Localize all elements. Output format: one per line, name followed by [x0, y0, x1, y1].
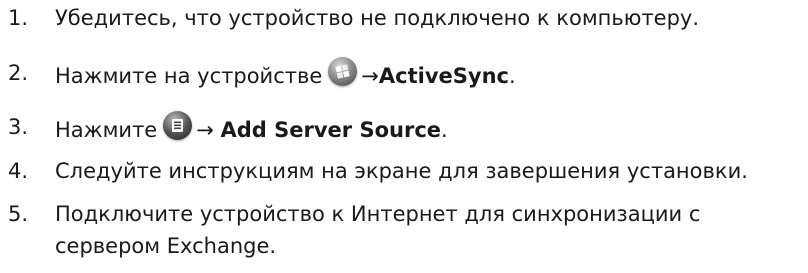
- step-text: Следуйте инструкциям на экране для завер…: [55, 159, 748, 183]
- step-number: 1.: [8, 6, 29, 30]
- arrow-icon: →: [196, 118, 221, 142]
- step-text-line-2: сервером Exchange.: [55, 234, 277, 258]
- step-text-before: Нажмите: [55, 118, 158, 142]
- step-number: 3.: [8, 115, 29, 139]
- step-text: Нажмите на устройстве →ActiveSync.: [55, 57, 516, 92]
- step-number: 2.: [8, 61, 29, 85]
- step-bold-target: ActiveSync: [378, 64, 509, 88]
- arrow-icon: →: [361, 64, 379, 88]
- step-text-after: .: [441, 118, 448, 142]
- step-text-line-1: Подключите устройство к Интернет для син…: [55, 202, 701, 226]
- menu-icon: [163, 111, 193, 140]
- step-number: 5.: [8, 202, 29, 226]
- step-text-after: .: [508, 64, 516, 88]
- instruction-list: 1. Убедитесь, что устройство не подключе…: [0, 0, 808, 273]
- step-text: Нажмите → Add Server Source.: [55, 111, 448, 146]
- windows-start-icon: [328, 57, 358, 86]
- step-text: Убедитесь, что устройство не подключено …: [55, 6, 700, 30]
- step-number: 4.: [8, 159, 29, 183]
- step-bold-target: Add Server Source: [220, 118, 442, 142]
- step-text-before: Нажмите на устройстве: [55, 64, 323, 88]
